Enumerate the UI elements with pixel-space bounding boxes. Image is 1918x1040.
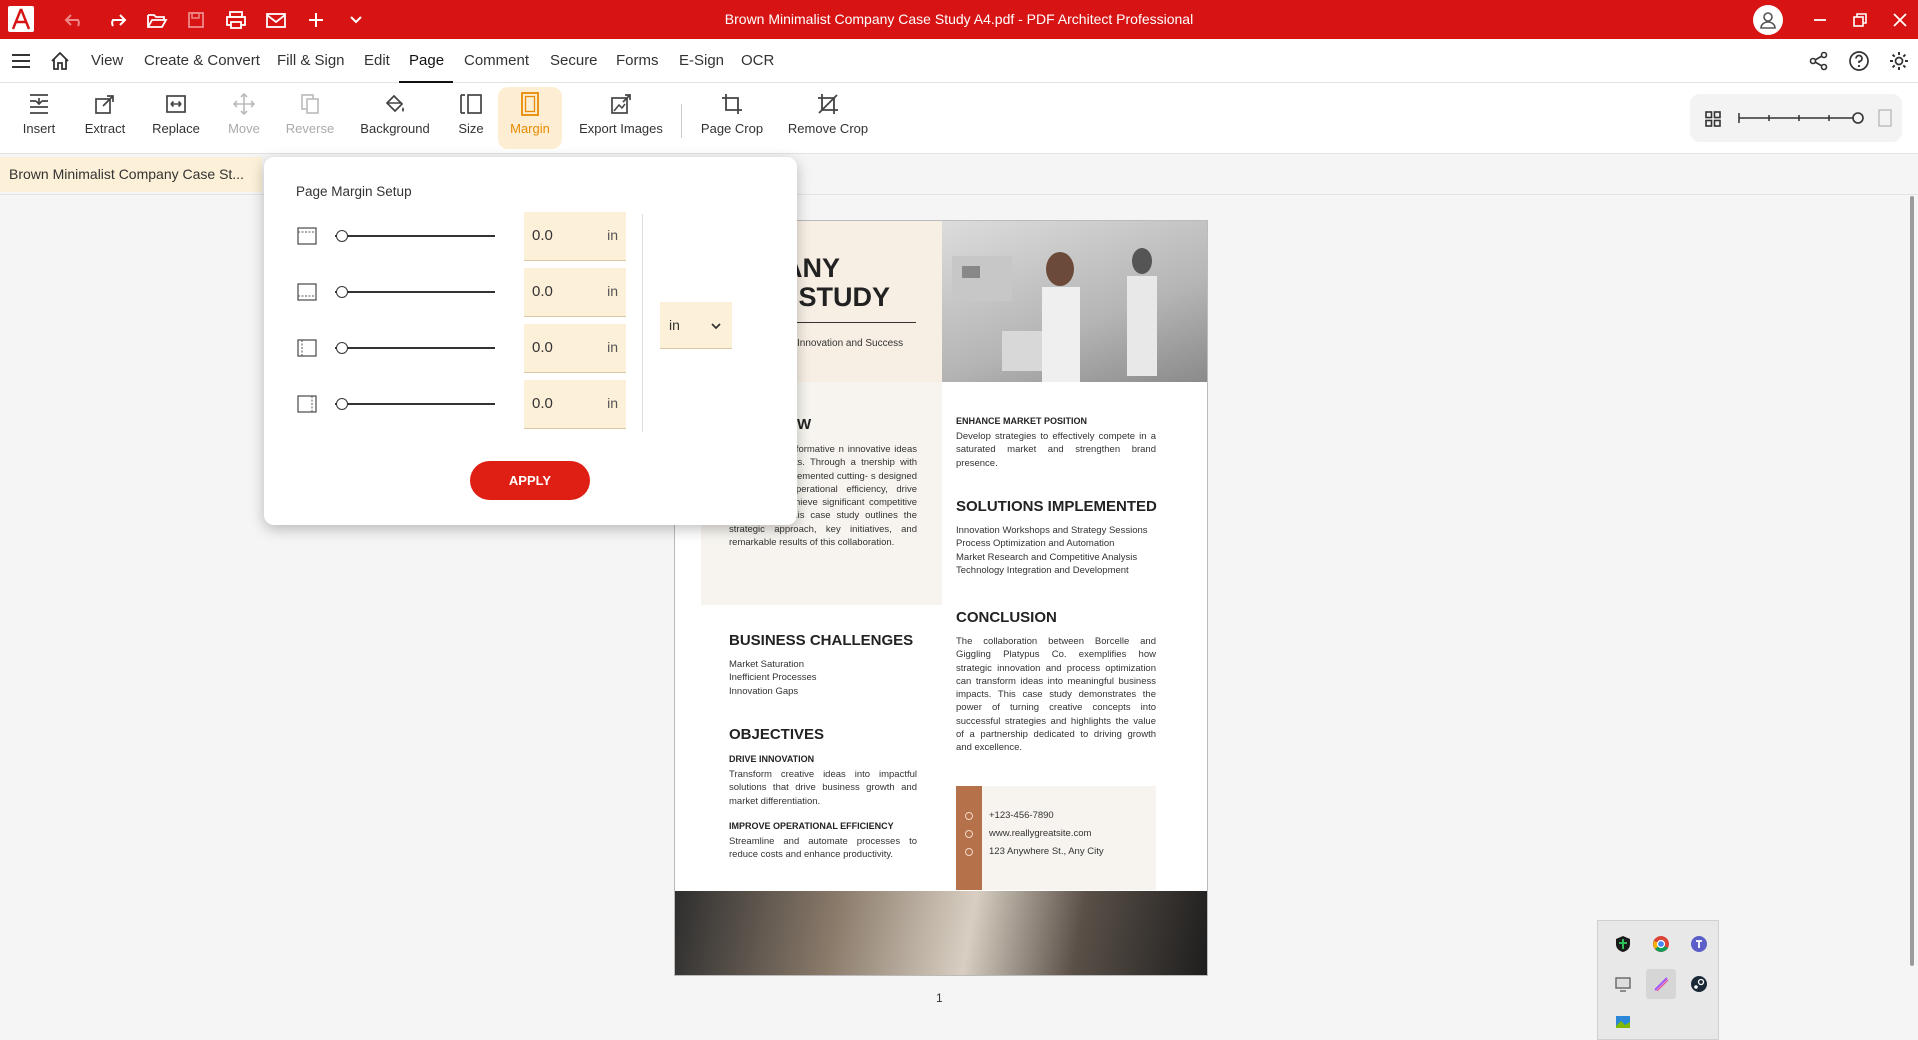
- replace-icon: [164, 87, 188, 121]
- menu-view[interactable]: View: [91, 52, 123, 69]
- menu-bar: View Create & Convert Fill & Sign Edit P…: [0, 39, 1918, 84]
- more-icon[interactable]: [343, 7, 369, 33]
- menu-page[interactable]: Page: [409, 52, 444, 69]
- print-icon[interactable]: [223, 7, 249, 33]
- restore-icon[interactable]: [1845, 5, 1875, 35]
- dialog-divider: [642, 214, 643, 432]
- location-icon: [965, 848, 973, 856]
- replace-button[interactable]: Replace: [148, 87, 204, 149]
- pen-icon[interactable]: [1646, 969, 1676, 999]
- crop-icon: [720, 87, 744, 121]
- size-icon: [458, 87, 484, 121]
- help-icon[interactable]: [1846, 48, 1872, 74]
- move-button[interactable]: Move: [224, 87, 264, 149]
- vertical-scrollbar[interactable]: [1910, 196, 1914, 966]
- handshake-photo: [675, 891, 1207, 975]
- bottom-margin-slider-track[interactable]: [335, 291, 495, 293]
- teams-icon[interactable]: [1684, 929, 1714, 959]
- margin-icon: [519, 87, 541, 121]
- office-photo: [942, 221, 1207, 382]
- single-page-view-icon[interactable]: [1878, 109, 1892, 132]
- page-margin-dialog: Page Margin Setup 0.0 in 0.0 in 0.0 in 0.0 i…: [264, 157, 797, 525]
- margin-button[interactable]: Margin: [498, 87, 562, 149]
- move-icon: [232, 87, 256, 121]
- unit-select[interactable]: in: [660, 302, 732, 349]
- settings-gear-icon[interactable]: [1886, 48, 1912, 74]
- right-margin-slider-track[interactable]: [335, 403, 495, 405]
- title-bar: Brown Minimalist Company Case Study A4.p…: [0, 0, 1918, 39]
- user-avatar-icon[interactable]: [1753, 5, 1783, 35]
- steam-icon[interactable]: [1684, 969, 1714, 999]
- system-tray-overflow: [1597, 920, 1719, 1040]
- close-icon[interactable]: [1885, 5, 1915, 35]
- shield-icon[interactable]: [1608, 929, 1638, 959]
- menu-fill-sign[interactable]: Fill & Sign: [277, 52, 345, 69]
- chevron-down-icon: [710, 318, 722, 336]
- hamburger-menu-icon[interactable]: [8, 48, 34, 74]
- minimize-icon[interactable]: [1805, 5, 1835, 35]
- reverse-icon: [298, 87, 322, 121]
- app-logo-icon: [8, 6, 34, 32]
- top-margin-slider-track[interactable]: [335, 235, 495, 237]
- left-margin-slider-knob[interactable]: [336, 342, 348, 354]
- menu-forms[interactable]: Forms: [616, 52, 659, 69]
- home-icon[interactable]: [47, 48, 73, 74]
- redo-icon[interactable]: [103, 7, 129, 33]
- remove-crop-icon: [816, 87, 840, 121]
- page-number: 1: [936, 991, 943, 1005]
- size-button[interactable]: Size: [454, 87, 488, 149]
- reverse-button[interactable]: Reverse: [283, 87, 337, 149]
- remove-crop-button[interactable]: Remove Crop: [788, 87, 868, 149]
- undo-icon[interactable]: [62, 7, 88, 33]
- add-icon[interactable]: [303, 7, 329, 33]
- bottom-margin-slider-knob[interactable]: [336, 286, 348, 298]
- top-margin-field[interactable]: 0.0 in: [524, 212, 626, 261]
- share-icon[interactable]: [1806, 48, 1832, 74]
- menu-create-convert[interactable]: Create & Convert: [144, 52, 260, 69]
- menu-e-sign[interactable]: E-Sign: [679, 52, 724, 69]
- left-margin-icon: [297, 339, 317, 357]
- menu-edit[interactable]: Edit: [364, 52, 390, 69]
- export-images-icon: [609, 87, 633, 121]
- document-tab[interactable]: Brown Minimalist Company Case St...: [0, 157, 262, 192]
- menu-secure[interactable]: Secure: [550, 52, 598, 69]
- ribbon-separator: [681, 104, 682, 138]
- contact-strip: [956, 786, 982, 890]
- right-margin-field[interactable]: 0.0 in: [524, 380, 626, 429]
- export-images-button[interactable]: Export Images: [578, 87, 664, 149]
- background-button[interactable]: Background: [359, 87, 431, 149]
- extract-button[interactable]: Extract: [79, 87, 131, 149]
- bottom-margin-field[interactable]: 0.0 in: [524, 268, 626, 317]
- right-margin-icon: [297, 395, 317, 413]
- save-icon[interactable]: [183, 7, 209, 33]
- chrome-icon[interactable]: [1646, 929, 1676, 959]
- top-margin-slider-knob[interactable]: [336, 230, 348, 242]
- menu-ocr[interactable]: OCR: [741, 52, 774, 69]
- page-ribbon: Insert Extract Replace Move Reverse Back…: [0, 83, 1918, 154]
- left-margin-field[interactable]: 0.0 in: [524, 324, 626, 373]
- monitor-icon[interactable]: [1608, 969, 1638, 999]
- dialog-title: Page Margin Setup: [296, 184, 412, 199]
- insert-button[interactable]: Insert: [16, 87, 62, 149]
- paint-bucket-icon: [383, 87, 407, 121]
- mail-icon[interactable]: [263, 7, 289, 33]
- grid-view-icon[interactable]: [1705, 111, 1721, 132]
- open-icon[interactable]: [144, 7, 170, 33]
- menu-comment[interactable]: Comment: [464, 52, 529, 69]
- top-margin-icon: [297, 227, 317, 245]
- zoom-slider[interactable]: [1737, 110, 1865, 126]
- page-crop-button[interactable]: Page Crop: [701, 87, 763, 149]
- apply-button[interactable]: APPLY: [470, 461, 590, 500]
- bottom-margin-icon: [297, 283, 317, 301]
- zoom-control: [1690, 94, 1902, 142]
- phone-icon: [965, 812, 973, 820]
- extract-icon: [93, 87, 117, 121]
- photos-icon[interactable]: [1608, 1007, 1638, 1037]
- left-margin-slider-track[interactable]: [335, 347, 495, 349]
- insert-icon: [27, 87, 51, 121]
- right-margin-slider-knob[interactable]: [336, 398, 348, 410]
- web-icon: [965, 830, 973, 838]
